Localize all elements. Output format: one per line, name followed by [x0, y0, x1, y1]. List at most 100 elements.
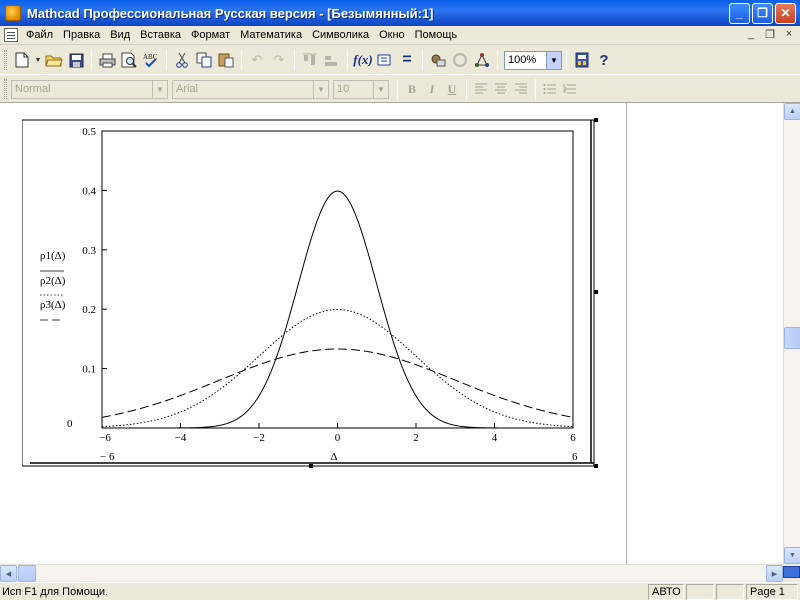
- font-size-value: 10: [337, 83, 350, 95]
- style-value: Normal: [15, 83, 51, 95]
- menu-view[interactable]: Вид: [106, 29, 136, 41]
- calculate-icon[interactable]: =: [396, 49, 418, 71]
- font-size-select[interactable]: 10 ▼: [333, 79, 389, 99]
- status-panel-empty: [686, 583, 714, 600]
- web-icon[interactable]: [449, 49, 471, 71]
- scroll-up-icon[interactable]: ▲: [784, 103, 800, 120]
- doc-minimize-button[interactable]: _: [743, 28, 759, 42]
- y-label-rho3[interactable]: ρ3(Δ): [40, 299, 66, 311]
- series-line-3: [101, 348, 574, 418]
- toolbar-grip[interactable]: [4, 50, 7, 70]
- menu-format[interactable]: Формат: [187, 29, 236, 41]
- x-min-label[interactable]: − 6: [100, 451, 115, 463]
- bullet-list-icon[interactable]: [540, 79, 560, 99]
- numbered-list-icon[interactable]: [560, 79, 580, 99]
- plot-frame: [101, 130, 574, 429]
- scroll-right-icon[interactable]: ▶: [766, 565, 783, 582]
- new-doc-dropdown-icon[interactable]: ▼: [33, 49, 43, 71]
- standard-toolbar: ▼ ABC ↶ ↷ f(x) = 100% ▼ ?: [0, 46, 800, 75]
- menu-window[interactable]: Окно: [375, 29, 411, 41]
- resize-handle[interactable]: [594, 464, 598, 468]
- vertical-scroll-thumb[interactable]: [784, 327, 800, 349]
- menu-math[interactable]: Математика: [236, 29, 308, 41]
- vertical-scrollbar[interactable]: ▲ ▼: [783, 103, 800, 564]
- x-tick-label: 0: [335, 432, 341, 444]
- chevron-down-icon[interactable]: ▼: [152, 80, 167, 98]
- align-left-icon[interactable]: [471, 79, 491, 99]
- resize-handle[interactable]: [309, 464, 313, 468]
- plot-region-border: [21, 119, 595, 467]
- redo-icon[interactable]: ↷: [268, 49, 290, 71]
- resource-center-icon[interactable]: [571, 49, 593, 71]
- save-icon[interactable]: [65, 49, 87, 71]
- x-axis-label[interactable]: Δ: [330, 451, 337, 463]
- open-folder-icon[interactable]: [43, 49, 65, 71]
- y-tick-label: 0.1: [82, 364, 96, 376]
- status-calc-mode: АВТО: [648, 583, 684, 600]
- restore-button[interactable]: ❐: [752, 2, 773, 24]
- mathcad-app-icon[interactable]: [5, 5, 21, 21]
- document-icon[interactable]: [4, 28, 18, 42]
- window-title: Mathcad Профессиональная Русская версия …: [27, 5, 434, 21]
- resources-icon[interactable]: [471, 49, 493, 71]
- xy-plot[interactable]: −6 −4 −2 0 2 4 6 0.1 0.2 0.3 0.4 0.5 ρ1(Δ) ρ2(Δ) ρ3…: [21, 118, 600, 469]
- distribute-icon[interactable]: [321, 49, 343, 71]
- undo-icon[interactable]: ↶: [246, 49, 268, 71]
- worksheet[interactable]: −6 −4 −2 0 2 4 6 0.1 0.2 0.3 0.4 0.5 ρ1(Δ) ρ2(Δ) ρ3…: [0, 103, 783, 564]
- status-page: Page 1: [746, 583, 798, 600]
- y-tick-label: 0.3: [82, 245, 96, 257]
- print-preview-icon[interactable]: [118, 49, 140, 71]
- cut-icon[interactable]: [171, 49, 193, 71]
- minimize-button[interactable]: _: [729, 2, 750, 24]
- menu-insert[interactable]: Вставка: [136, 29, 187, 41]
- doc-restore-button[interactable]: ❐: [762, 28, 778, 42]
- horizontal-scroll-thumb[interactable]: [18, 565, 36, 582]
- xy-plot-region[interactable]: −6 −4 −2 0 2 4 6 0.1 0.2 0.3 0.4 0.5 ρ1(Δ) ρ2(Δ) ρ3…: [21, 118, 600, 469]
- y-label-rho1[interactable]: ρ1(Δ): [40, 250, 66, 262]
- align-right-icon[interactable]: [511, 79, 531, 99]
- doc-close-button[interactable]: ×: [781, 28, 797, 42]
- print-icon[interactable]: [96, 49, 118, 71]
- y-label-rho2[interactable]: ρ2(Δ): [40, 275, 66, 287]
- toolbar-grip-2[interactable]: [4, 79, 7, 99]
- x-tick-label: −6: [99, 432, 111, 444]
- paste-icon[interactable]: [215, 49, 237, 71]
- font-value: Arial: [176, 83, 199, 95]
- insert-component-icon[interactable]: [427, 49, 449, 71]
- menu-symbolics[interactable]: Символика: [308, 29, 375, 41]
- menu-help[interactable]: Помощь: [411, 29, 464, 41]
- horizontal-scrollbar[interactable]: ◀ ▶: [0, 564, 783, 582]
- series-line-2: [101, 309, 574, 428]
- align-icon[interactable]: [299, 49, 321, 71]
- bold-button[interactable]: B: [402, 79, 422, 99]
- y-tick-label: 0.5: [82, 126, 96, 138]
- scroll-down-icon[interactable]: ▼: [784, 547, 800, 564]
- scroll-left-icon[interactable]: ◀: [0, 565, 17, 582]
- spell-check-icon[interactable]: ABC: [140, 49, 162, 71]
- x-tick-label: 2: [413, 432, 419, 444]
- close-button[interactable]: ✕: [775, 2, 796, 24]
- italic-button[interactable]: I: [422, 79, 442, 99]
- help-icon[interactable]: ?: [593, 49, 615, 71]
- copy-icon[interactable]: [193, 49, 215, 71]
- chevron-down-icon[interactable]: ▼: [313, 80, 328, 98]
- split-indicator[interactable]: [783, 566, 800, 578]
- menu-bar: Файл Правка Вид Вставка Формат Математик…: [0, 26, 800, 45]
- chevron-down-icon[interactable]: ▼: [373, 80, 388, 98]
- insert-unit-icon[interactable]: [374, 49, 396, 71]
- style-select[interactable]: Normal ▼: [11, 79, 168, 99]
- menu-edit[interactable]: Правка: [59, 29, 106, 41]
- x-max-label[interactable]: 6: [572, 451, 578, 463]
- insert-function-icon[interactable]: f(x): [352, 49, 374, 71]
- underline-button[interactable]: U: [442, 79, 462, 99]
- menu-file[interactable]: Файл: [22, 29, 59, 41]
- resize-handle[interactable]: [594, 290, 598, 294]
- resize-handle[interactable]: [594, 118, 598, 122]
- new-doc-icon[interactable]: [11, 49, 33, 71]
- font-select[interactable]: Arial ▼: [172, 79, 329, 99]
- chevron-down-icon[interactable]: ▼: [546, 51, 561, 69]
- zoom-value: 100%: [508, 54, 537, 66]
- zoom-select[interactable]: 100% ▼: [504, 50, 562, 70]
- align-center-icon[interactable]: [491, 79, 511, 99]
- y-min-label[interactable]: 0: [67, 418, 73, 430]
